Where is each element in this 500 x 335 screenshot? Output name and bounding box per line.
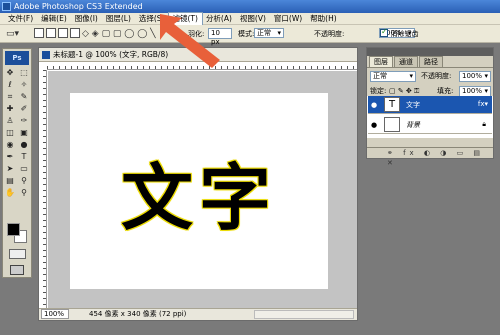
antialias-checkbox[interactable] <box>380 27 388 37</box>
intersect-selection-icon[interactable] <box>70 28 80 38</box>
layer-thumbnail: T <box>384 97 400 112</box>
document-title-bar: 未标题-1 @ 100% (文字, RGB/8) <box>39 48 357 62</box>
menu-window[interactable]: 窗口(W) <box>270 13 306 25</box>
move-tool-icon[interactable]: ✥ <box>4 67 16 78</box>
antialias-label: 消除锯齿 <box>390 30 419 38</box>
menu-layer[interactable]: 图层(L) <box>102 13 135 25</box>
layer-opacity-label: 不透明度: <box>421 72 452 80</box>
document-window: 未标题-1 @ 100% (文字, RGB/8) 文字 100% 454 像素 … <box>38 47 358 321</box>
layers-list: ● T 文字 fx▾ ● 背景 🔒︎ <box>367 96 493 138</box>
layers-footer-icons[interactable]: ⚭ fx ◐ ◑ ▭ ▤ ✕ <box>367 147 493 167</box>
quick-mask-button[interactable] <box>9 249 26 259</box>
app-title: Adobe Photoshop CS3 Extended <box>14 2 143 11</box>
shape-tool-icon[interactable]: ▭ <box>18 163 30 174</box>
pen-tool-icon[interactable]: ✒ <box>4 151 16 162</box>
pen-tools-icons[interactable]: ◇ ◈ ▢ ▢ ◯ ◯ ╲ <box>82 28 156 40</box>
layer-name[interactable]: 文字 <box>406 100 420 110</box>
new-selection-icon[interactable] <box>34 28 44 38</box>
stamp-tool-icon[interactable]: ♙ <box>4 115 16 126</box>
feather-input[interactable]: 10 px <box>208 28 232 46</box>
mode-label: 模式: <box>238 30 255 38</box>
layer-thumbnail <box>384 117 400 132</box>
layer-name[interactable]: 背景 <box>406 120 420 130</box>
fx-icon[interactable]: fx▾ <box>478 100 488 108</box>
screen-mode-button[interactable] <box>10 265 24 275</box>
menu-bar: 文件(F) 编辑(E) 图像(I) 图层(L) 选择(S) 滤镜(T) 分析(A… <box>0 11 500 26</box>
tab-paths[interactable]: 路径 <box>419 56 443 67</box>
foreground-color-swatch[interactable] <box>7 223 20 236</box>
healing-tool-icon[interactable]: ✚ <box>4 103 16 114</box>
history-brush-icon[interactable]: ✑ <box>18 115 30 126</box>
notes-tool-icon[interactable]: ▤ <box>4 175 16 186</box>
document-icon <box>42 51 50 59</box>
type-tool-icon[interactable]: T <box>18 151 30 162</box>
document-title: 未标题-1 @ 100% (文字, RGB/8) <box>53 50 169 59</box>
layer-opacity-dropdown[interactable]: 100% <box>459 71 491 82</box>
options-bar: ▭▾ ◇ ◈ ▢ ▢ ◯ ◯ ╲ 羽化: 10 px 模式: 正常 不透明度: … <box>0 25 500 46</box>
menu-file[interactable]: 文件(F) <box>4 13 37 25</box>
subtract-selection-icon[interactable] <box>58 28 68 38</box>
menu-analysis[interactable]: 分析(A) <box>202 13 236 25</box>
blend-mode-dropdown[interactable]: 正常 <box>370 71 416 82</box>
gradient-tool-icon[interactable]: ▣ <box>18 127 30 138</box>
path-select-icon[interactable]: ➤ <box>4 163 16 174</box>
document-info[interactable]: 454 像素 x 340 像素 (72 ppi) <box>89 309 186 320</box>
crop-tool-icon[interactable]: ⌗ <box>4 91 16 102</box>
lock-icon: 🔒︎ <box>482 120 486 128</box>
photoshop-app-icon <box>2 2 11 11</box>
slice-tool-icon[interactable]: ✎ <box>18 91 30 102</box>
blur-tool-icon[interactable]: ◉ <box>4 139 16 150</box>
canvas-text: 文字 <box>120 155 277 240</box>
app-title-bar: Adobe Photoshop CS3 Extended <box>0 0 500 13</box>
dodge-tool-icon[interactable]: ● <box>18 139 30 150</box>
layers-panel-header[interactable] <box>367 48 493 56</box>
layer-row-text[interactable]: ● T 文字 fx▾ <box>368 96 492 114</box>
zoom-tool-icon[interactable]: ⚲ <box>18 187 30 198</box>
layers-panel-tabs: 图层 通道 路径 <box>367 56 493 68</box>
eyedropper-icon[interactable]: ⚲ <box>18 175 30 186</box>
layer-row-background[interactable]: ● 背景 🔒︎ <box>368 116 492 134</box>
eye-icon[interactable]: ● <box>371 101 377 109</box>
tab-channels[interactable]: 通道 <box>394 56 418 67</box>
tool-preset-icon[interactable]: ▭▾ <box>6 28 19 40</box>
canvas[interactable]: 文字 <box>70 93 328 289</box>
document-status-bar: 100% 454 像素 x 340 像素 (72 ppi) <box>39 308 357 320</box>
canvas-area[interactable]: 文字 <box>48 71 357 308</box>
antialias-checkbox-wrap: 消除锯齿 <box>380 27 419 40</box>
toolbox-panel: Ps ✥ ⬚ ℓ ✧ ⌗ ✎ ✚ ✐ ♙ ✑ ◫ ▣ ◉ ● ✒ T ➤ ▭ ▤… <box>2 48 32 278</box>
menu-select[interactable]: 选择(S) <box>135 13 169 25</box>
add-selection-icon[interactable] <box>46 28 56 38</box>
feather-label: 羽化: <box>188 30 205 38</box>
ps-logo: Ps <box>5 51 29 65</box>
mode-dropdown[interactable]: 正常 <box>254 28 284 38</box>
selection-mode-icons <box>34 28 82 40</box>
blend-opacity-row: 正常 不透明度: 100% <box>367 70 493 83</box>
top-ruler[interactable] <box>47 62 357 70</box>
menu-help[interactable]: 帮助(H) <box>306 13 341 25</box>
marquee-tool-icon[interactable]: ⬚ <box>18 67 30 78</box>
layers-panel: 图层 通道 路径 正常 不透明度: 100% 锁定: ▢ ✎ ✥ ⚿ 填充: 1… <box>366 47 494 167</box>
menu-edit[interactable]: 编辑(E) <box>37 13 71 25</box>
zoom-field[interactable]: 100% <box>41 309 69 319</box>
brush-tool-icon[interactable]: ✐ <box>18 103 30 114</box>
menu-view[interactable]: 视图(V) <box>236 13 270 25</box>
eye-icon[interactable]: ● <box>371 121 377 129</box>
eraser-tool-icon[interactable]: ◫ <box>4 127 16 138</box>
left-ruler[interactable] <box>39 70 47 308</box>
lasso-tool-icon[interactable]: ℓ <box>4 79 16 90</box>
menu-image[interactable]: 图像(I) <box>71 13 102 25</box>
opacity-label: 不透明度: <box>314 30 345 38</box>
menu-filter[interactable]: 滤镜(T) <box>167 11 203 26</box>
horizontal-scrollbar[interactable] <box>254 310 354 319</box>
magic-wand-icon[interactable]: ✧ <box>18 79 30 90</box>
hand-tool-icon[interactable]: ✋ <box>4 187 16 198</box>
tab-layers[interactable]: 图层 <box>369 56 393 67</box>
